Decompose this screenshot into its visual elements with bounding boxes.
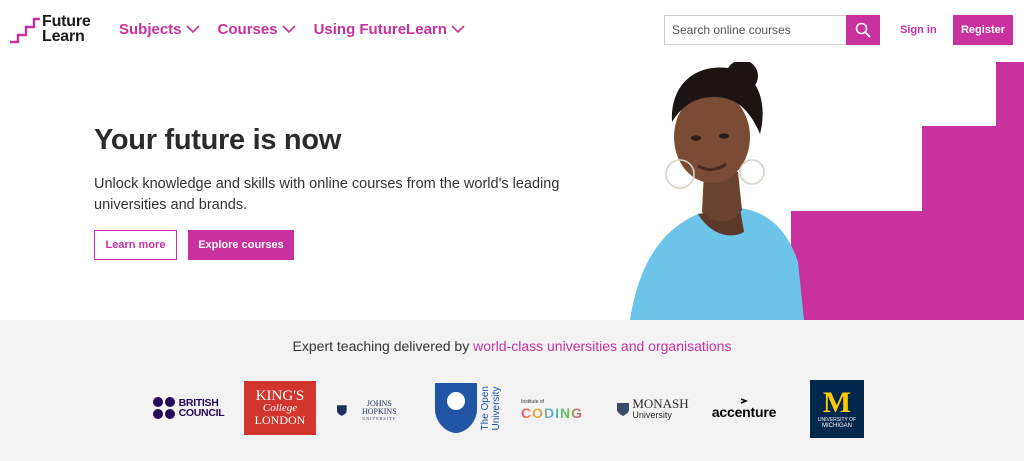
kings-college-london-logo[interactable]: KING'S College LONDON (244, 381, 316, 435)
main-nav: Subjects Courses Using FutureLearn (119, 21, 465, 38)
monash-line-1: MONASH (632, 396, 689, 411)
hero-description: Unlock knowledge and skills with online … (94, 176, 560, 213)
logo-line-2: Learn (42, 28, 85, 45)
search-bar (664, 15, 880, 45)
nav-using-futurelearn[interactable]: Using FutureLearn (314, 21, 465, 38)
woman-photo (630, 62, 804, 320)
sign-in-link[interactable]: Sign in (900, 24, 937, 36)
ioc-line-2: CODING (521, 405, 583, 421)
johns-hopkins-line-1: JOHNS HOPKINS (361, 398, 397, 416)
search-button[interactable] (846, 15, 880, 45)
futurelearn-stair-icon (10, 17, 40, 44)
nav-using-label: Using FutureLearn (313, 21, 447, 38)
university-of-michigan-logo[interactable]: M UNIVERSITY OF MICHIGAN (810, 380, 864, 438)
nav-subjects-label: Subjects (119, 21, 182, 38)
institute-of-coding-logo[interactable]: Institute of CODING (521, 398, 597, 422)
hero-title: Your future is now (94, 124, 342, 156)
nav-subjects[interactable]: Subjects (119, 21, 200, 38)
hero-section: Your future is now Unlock knowledge and … (0, 62, 1024, 320)
search-icon (855, 22, 871, 38)
partner-logos: BRITISH COUNCIL KING'S College LONDON JO… (0, 378, 1024, 442)
nav-courses[interactable]: Courses (218, 21, 296, 38)
search-input[interactable] (664, 15, 846, 45)
learn-more-button[interactable]: Learn more (94, 230, 177, 260)
monash-shield-icon (617, 402, 630, 416)
partners-link[interactable]: world-class universities and organisatio… (473, 338, 731, 354)
kings-line-3: LONDON (254, 413, 306, 427)
michigan-line-1: M (822, 385, 852, 419)
accenture-logo[interactable]: accenture (705, 396, 783, 422)
chevron-down-icon (185, 25, 200, 34)
monash-logo[interactable]: MONASH University (615, 396, 691, 422)
open-university-shield-icon (434, 383, 477, 433)
chevron-down-icon (281, 25, 296, 34)
british-council-dots-icon (152, 397, 175, 419)
chevron-down-icon (451, 25, 465, 34)
monash-line-2: University (632, 410, 672, 420)
open-university-line-2: University (490, 386, 502, 431)
partners-heading-text: Expert teaching delivered by (292, 338, 474, 354)
nav-courses-label: Courses (217, 21, 278, 38)
futurelearn-logo[interactable]: Future Learn (9, 14, 99, 48)
johns-hopkins-shield-icon (337, 404, 347, 416)
johns-hopkins-logo[interactable]: JOHNS HOPKINS UNIVERSITY (337, 398, 409, 421)
staircase-graphic (791, 62, 1024, 320)
logo-line-1: Future (42, 13, 91, 30)
explore-courses-button[interactable]: Explore courses (188, 230, 294, 260)
johns-hopkins-line-2: UNIVERSITY (362, 415, 397, 421)
hero-image (630, 62, 1024, 320)
register-button[interactable]: Register (953, 15, 1013, 45)
michigan-line-3: MICHIGAN (822, 422, 852, 429)
partners-section: Expert teaching delivered by world-class… (0, 320, 1024, 461)
british-council-logo[interactable]: BRITISH COUNCIL (150, 390, 226, 426)
british-council-line-2: COUNCIL (178, 407, 225, 419)
open-university-logo[interactable]: The Open University (430, 382, 506, 434)
open-university-line-1: The Open (479, 385, 491, 431)
kings-line-1: KING'S (255, 388, 305, 404)
site-header: Future Learn Subjects Courses Using Futu… (0, 0, 1024, 62)
accenture-text: accenture (711, 404, 777, 420)
partners-heading: Expert teaching delivered by world-class… (0, 338, 1024, 354)
logo-wordmark: Future Learn (42, 13, 91, 45)
